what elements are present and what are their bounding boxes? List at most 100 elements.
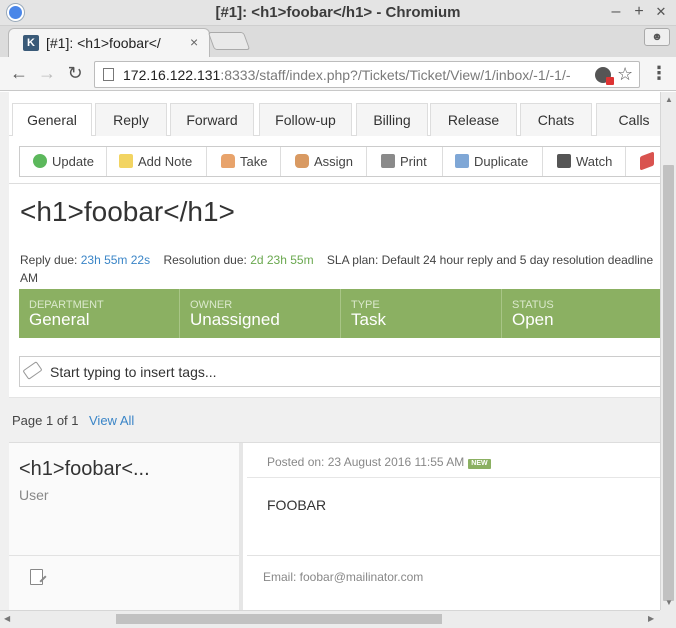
reply-due-label: Reply due: — [20, 253, 78, 267]
tab-chats[interactable]: Chats — [520, 103, 592, 136]
post-author-panel: <h1>foobar<... User — [9, 443, 243, 610]
scroll-left-arrow-icon[interactable]: ◀ — [4, 614, 10, 623]
ticket-subject: <h1>foobar</h1> — [20, 196, 235, 227]
note-icon — [119, 154, 133, 168]
tag-icon — [22, 361, 43, 380]
print-button[interactable]: Print — [367, 147, 443, 176]
browser-tab-active[interactable]: K [#1]: <h1>foobar</ × — [8, 28, 210, 57]
add-note-label: Add Note — [138, 154, 193, 169]
take-label: Take — [240, 154, 268, 169]
sla-info: Reply due: 23h 55m 22s Resolution due: 2… — [20, 251, 660, 287]
tab-release[interactable]: Release — [430, 103, 517, 136]
page-info-icon[interactable] — [103, 68, 114, 81]
status-property[interactable]: Status Open — [502, 289, 660, 338]
vertical-scrollbar[interactable]: ▲ ▼ — [660, 92, 676, 610]
resolution-due-value: 2d 23h 55m — [250, 253, 314, 267]
type-property[interactable]: Type Task — [341, 289, 502, 338]
post-date: Posted on: 23 August 2016 11:55 AM NEW — [267, 455, 491, 469]
back-button[interactable]: ← — [8, 63, 30, 85]
assign-button[interactable]: Assign — [281, 147, 367, 176]
maximize-button[interactable]: + — [629, 2, 649, 22]
window-titlebar: [#1]: <h1>foobar</h1> - Chromium – + ✕ — [0, 0, 676, 26]
take-button[interactable]: Take — [207, 147, 281, 176]
add-note-button[interactable]: Add Note — [107, 147, 207, 176]
horizontal-scrollbar[interactable]: ◀ ▶ — [0, 610, 660, 628]
owner-value: Unassigned — [190, 310, 280, 329]
post-author-name: <h1>foobar<... — [19, 458, 150, 480]
binoculars-icon — [557, 154, 571, 168]
ticket-tabs: General Reply Forward Follow-up Billing … — [9, 92, 660, 137]
ticket-action-bar: Update Add Note Take Assign Print Duplic… — [19, 146, 660, 177]
ticket-view: General Reply Forward Follow-up Billing … — [9, 92, 660, 610]
flag-icon — [640, 151, 654, 171]
department-property[interactable]: Department General — [19, 289, 180, 338]
check-circle-icon — [33, 154, 47, 168]
edit-post-icon[interactable] — [30, 569, 43, 585]
address-bar[interactable]: 172.16.122.131:8333/staff/index.php?/Tic… — [94, 61, 640, 88]
update-button[interactable]: Update — [20, 147, 107, 176]
sla-plan-wrap: AM — [20, 271, 38, 285]
post-message-panel: Posted on: 23 August 2016 11:55 AM NEW FO… — [247, 443, 660, 610]
tab-general[interactable]: General — [12, 103, 92, 137]
duplicate-button[interactable]: Duplicate — [443, 147, 543, 176]
close-window-button[interactable]: ✕ — [651, 2, 671, 22]
watch-button[interactable]: Watch — [543, 147, 626, 176]
tab-billing[interactable]: Billing — [356, 103, 428, 136]
browser-tabstrip: K [#1]: <h1>foobar</ × ☻ — [0, 26, 676, 57]
duplicate-label: Duplicate — [474, 154, 529, 169]
tab-close-icon[interactable]: × — [190, 34, 198, 50]
sla-plan-value: Default 24 hour reply and 5 day resoluti… — [381, 253, 654, 267]
tab-reply[interactable]: Reply — [95, 103, 167, 136]
minimize-button[interactable]: – — [606, 2, 626, 22]
post-author-footer — [9, 555, 239, 610]
assign-label: Assign — [314, 154, 354, 169]
owner-property[interactable]: Owner Unassigned — [180, 289, 341, 338]
ticket-post: <h1>foobar<... User Posted on: 23 August… — [9, 442, 660, 610]
page-count: Page 1 of 1 — [12, 413, 79, 428]
url-host: 172.16.122.131 — [123, 67, 221, 83]
kayako-favicon-icon: K — [23, 35, 39, 51]
bookmark-star-icon[interactable]: ☆ — [617, 64, 633, 85]
reply-due-value: 23h 55m 22s — [80, 253, 151, 267]
posted-on-text: Posted on: 23 August 2016 11:55 AM — [267, 455, 465, 469]
scroll-up-arrow-icon[interactable]: ▲ — [665, 95, 673, 104]
scroll-right-arrow-icon[interactable]: ▶ — [648, 614, 654, 623]
scroll-down-arrow-icon[interactable]: ▼ — [665, 598, 673, 607]
tab-calls[interactable]: Calls — [596, 103, 660, 136]
view-all-link[interactable]: View All — [89, 413, 134, 428]
sla-plan-label: SLA plan: — [326, 253, 379, 267]
browser-toolbar: ← → ↻ 172.16.122.131:8333/staff/index.ph… — [0, 57, 676, 91]
horizontal-scroll-thumb[interactable] — [116, 614, 442, 624]
printer-icon — [381, 154, 395, 168]
forward-button[interactable]: → — [36, 63, 58, 85]
browser-menu-icon[interactable]: ⋮ — [650, 63, 668, 84]
tab-forward[interactable]: Forward — [170, 103, 254, 136]
post-header: Posted on: 23 August 2016 11:55 AM NEW — [247, 443, 660, 478]
new-tab-button[interactable] — [207, 32, 251, 50]
tab-follow-up[interactable]: Follow-up — [259, 103, 352, 136]
pager: Page 1 of 1 View All — [9, 397, 660, 442]
browser-tab-title: [#1]: <h1>foobar</ — [46, 35, 161, 51]
duplicate-icon — [455, 154, 469, 168]
watch-label: Watch — [576, 154, 613, 169]
type-value: Task — [351, 310, 386, 329]
url-path: :8333/staff/index.php?/Tickets/Ticket/Vi… — [220, 67, 571, 83]
pointing-hand-icon — [295, 154, 309, 168]
tags-field[interactable] — [19, 356, 660, 387]
window-title: [#1]: <h1>foobar</h1> - Chromium — [215, 4, 461, 21]
action-area: Update Add Note Take Assign Print Duplic… — [9, 136, 660, 184]
vertical-scroll-thumb[interactable] — [663, 165, 674, 601]
update-label: Update — [52, 154, 94, 169]
ticket-properties-bar: Department General Owner Unassigned Type… — [19, 289, 660, 338]
url-text[interactable]: 172.16.122.131:8333/staff/index.php?/Tic… — [123, 67, 593, 83]
department-value: General — [29, 310, 90, 329]
reload-button[interactable]: ↻ — [64, 63, 86, 85]
post-footer: Email: foobar@mailinator.com — [247, 555, 660, 610]
hand-icon — [221, 154, 235, 168]
tags-input[interactable] — [50, 361, 650, 383]
page-viewport: General Reply Forward Follow-up Billing … — [0, 92, 660, 610]
profile-icon[interactable]: ☻ — [644, 28, 670, 46]
blocked-content-icon[interactable] — [595, 67, 614, 85]
new-badge: NEW — [468, 459, 491, 469]
flag-button[interactable] — [626, 147, 660, 176]
